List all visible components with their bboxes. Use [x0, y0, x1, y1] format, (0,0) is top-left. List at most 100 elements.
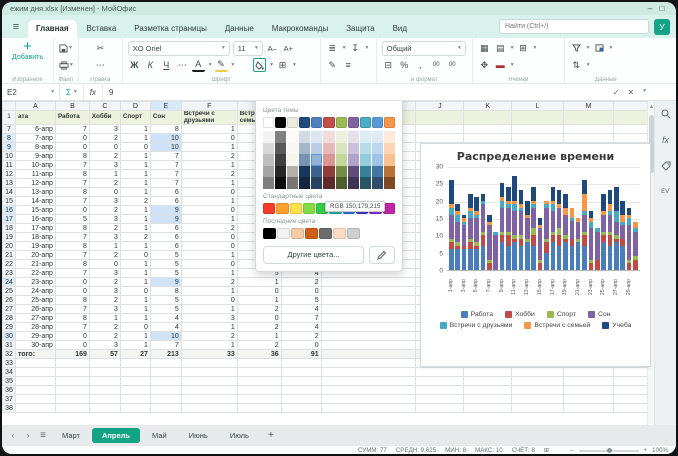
cell[interactable]: [120, 368, 150, 377]
color-swatch[interactable]: [305, 228, 318, 239]
cell[interactable]: 7: [150, 161, 181, 170]
cell[interactable]: 6: [150, 242, 181, 251]
cell[interactable]: 0: [120, 143, 150, 152]
cell[interactable]: [281, 404, 321, 413]
cell[interactable]: 1: [120, 314, 150, 323]
cell[interactable]: того:: [15, 350, 55, 359]
highlight-color-button[interactable]: ✎: [215, 58, 228, 72]
cell[interactable]: 0: [55, 341, 89, 350]
cell[interactable]: 1: [181, 179, 237, 188]
cell[interactable]: 2: [89, 323, 120, 332]
cell[interactable]: ата: [15, 111, 55, 125]
cell[interactable]: 1: [181, 341, 237, 350]
cell[interactable]: [512, 386, 564, 395]
cell[interactable]: [321, 287, 416, 296]
cancel-entry-icon[interactable]: ✕: [628, 88, 635, 97]
column-header-D[interactable]: D: [120, 102, 150, 111]
color-swatch[interactable]: [336, 154, 347, 166]
conditional-format-button[interactable]: [593, 41, 606, 55]
color-swatch[interactable]: [291, 228, 304, 239]
cell[interactable]: Спорт: [120, 111, 150, 125]
cell[interactable]: [416, 368, 464, 377]
cell[interactable]: [281, 368, 321, 377]
cell[interactable]: 9-апр: [15, 152, 55, 161]
cell[interactable]: 1: [120, 215, 150, 224]
cell[interactable]: [416, 111, 464, 125]
row-header-25[interactable]: 25: [3, 287, 16, 296]
confirm-entry-icon[interactable]: ✓: [613, 88, 620, 97]
cell[interactable]: [321, 377, 416, 386]
row-header-37[interactable]: 37: [3, 395, 16, 404]
cell[interactable]: 0: [181, 134, 237, 143]
fill-color-caret[interactable]: ▾: [270, 62, 273, 68]
color-swatch[interactable]: [287, 117, 298, 128]
move-cells-button[interactable]: ✥: [478, 58, 491, 72]
cell[interactable]: 8: [55, 260, 89, 269]
cell[interactable]: 0: [89, 188, 120, 197]
cell[interactable]: 5: [55, 215, 89, 224]
vertical-align-button[interactable]: ↧: [349, 41, 362, 55]
cell[interactable]: 1: [181, 323, 237, 332]
cell[interactable]: 3: [89, 197, 120, 206]
cell[interactable]: 1: [237, 296, 281, 305]
row-header-21[interactable]: 21: [3, 251, 16, 260]
color-swatch[interactable]: [263, 166, 274, 178]
italic-button[interactable]: К: [144, 58, 157, 72]
cell[interactable]: 7: [55, 179, 89, 188]
cell[interactable]: [150, 395, 181, 404]
color-swatch[interactable]: [275, 131, 286, 143]
cell[interactable]: 7: [150, 152, 181, 161]
font-color-button[interactable]: А: [192, 58, 205, 72]
cell[interactable]: [89, 368, 120, 377]
color-swatch[interactable]: [384, 131, 395, 143]
row-header-15[interactable]: 15: [3, 197, 16, 206]
edit-more-button[interactable]: ⋯: [94, 58, 107, 72]
decrease-decimal-button[interactable]: 00: [430, 58, 443, 72]
cell[interactable]: [237, 404, 281, 413]
next-sheet-icon[interactable]: ›: [22, 431, 34, 440]
color-swatch[interactable]: [311, 166, 322, 178]
cell[interactable]: 4: [281, 323, 321, 332]
cell[interactable]: 5: [281, 296, 321, 305]
cell[interactable]: [150, 359, 181, 368]
eyedropper-button[interactable]: [369, 246, 395, 264]
cell[interactable]: 1: [89, 242, 120, 251]
percent-format-button[interactable]: %: [398, 58, 411, 72]
cell[interactable]: 1: [120, 134, 150, 143]
zoom-out-button[interactable]: –: [570, 447, 573, 454]
cell[interactable]: 20-апр: [15, 251, 55, 260]
color-swatch[interactable]: [336, 117, 347, 128]
cell[interactable]: [464, 111, 512, 125]
color-swatch[interactable]: [263, 131, 274, 143]
cell[interactable]: 3: [89, 233, 120, 242]
column-header-L[interactable]: L: [512, 102, 564, 111]
cell[interactable]: [181, 359, 237, 368]
cell[interactable]: 213: [150, 350, 181, 359]
insert-cells-button[interactable]: ▦: [478, 41, 491, 55]
cell[interactable]: [416, 404, 464, 413]
cell[interactable]: 27-апр: [15, 314, 55, 323]
cell[interactable]: 2: [89, 224, 120, 233]
row-header-31[interactable]: 31: [3, 341, 16, 350]
column-header-J[interactable]: J: [416, 102, 464, 111]
menu-tab-Разметка страницы[interactable]: Разметка страницы: [126, 20, 215, 38]
cell[interactable]: 8: [55, 152, 89, 161]
cell[interactable]: 57: [89, 350, 120, 359]
cell[interactable]: 2: [181, 152, 237, 161]
cell[interactable]: 2: [89, 251, 120, 260]
color-swatch[interactable]: [384, 117, 395, 128]
fill-color-button[interactable]: [253, 58, 266, 72]
cell[interactable]: [321, 305, 416, 314]
color-swatch[interactable]: [311, 177, 322, 189]
color-swatch[interactable]: [347, 228, 360, 239]
cell[interactable]: 6: [150, 197, 181, 206]
cell[interactable]: 4: [281, 305, 321, 314]
color-swatch[interactable]: [360, 131, 371, 143]
no-fill-option[interactable]: ✓ Нет заливки: [263, 101, 395, 103]
cell[interactable]: 4: [150, 323, 181, 332]
row-header-22[interactable]: 22: [3, 260, 16, 269]
cell[interactable]: 3: [89, 287, 120, 296]
cell[interactable]: 10: [150, 134, 181, 143]
cell[interactable]: 1: [120, 224, 150, 233]
cell[interactable]: [55, 368, 89, 377]
